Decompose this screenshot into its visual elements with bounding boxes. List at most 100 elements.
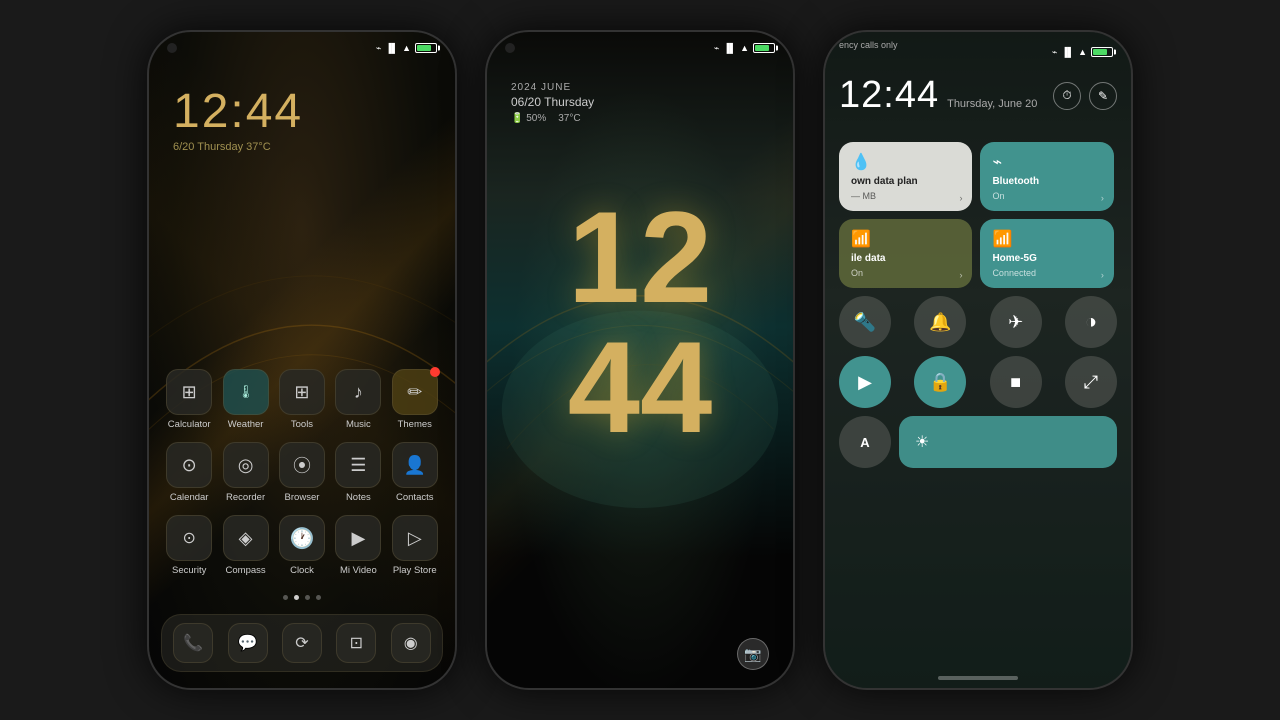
phone2-signal-icon: ▐▌ [723,43,736,53]
phone2-wifi-icon: ▲ [740,43,749,53]
phone2-camera [505,43,515,53]
dock-phone[interactable]: 📞 [166,623,220,663]
ctrl-row-2: 📶 ile data On › 📶 Home-5G Connected › [839,219,1117,288]
dock-appvault-icon: ◉ [391,623,431,663]
ctrl-row-1: 💧 own data plan — MB › ⌁ Bluetooth On › [839,142,1117,211]
app-browser[interactable]: ⦿ Browser [275,442,329,503]
dock-gallery-icon: ⊡ [336,623,376,663]
lockscreen-year-month: 2024 JUNE [511,82,594,93]
bluetooth-arrow: › [1101,193,1104,203]
flashlight-button[interactable]: 🔦 [839,296,891,348]
cc-time: 12:44 [839,74,939,117]
lock-rotation-button[interactable]: 🔒 [914,356,966,408]
calendar-label: Calendar [170,492,209,503]
page-dot-2 [294,595,299,600]
lockscreen-camera-button[interactable]: 📷 [737,638,769,670]
dock-appvault[interactable]: ◉ [384,623,438,663]
app-tools[interactable]: ⊞ Tools [275,369,329,430]
bluetooth-tile[interactable]: ⌁ Bluetooth On › [980,142,1113,211]
phone3-status-icons: ⌁ ▐▌ ▲ [1052,47,1113,58]
page-dot-1 [283,595,288,600]
app-weather[interactable]: 🌡 Weather [219,369,273,430]
fullscreen-button[interactable]: ⤢ [1065,356,1117,408]
status-icons: ⌁ ▐▌ ▲ [376,43,437,54]
bluetooth-sub: On [992,191,1101,201]
mobile-data2-arrow: › [959,270,962,280]
wifi-label: Home-5G [992,253,1101,264]
app-security[interactable]: ⊙ Security [162,515,216,576]
brightness-row: A ☀ [839,416,1117,468]
app-clock[interactable]: 🕐 Clock [275,515,329,576]
phone3-control-center: ency calls only ⌁ ▐▌ ▲ 12:44 Thursday, J… [823,30,1133,690]
notes-label: Notes [346,492,371,503]
phone3-status-bar: ⌁ ▐▌ ▲ [825,36,1131,68]
dock-messages[interactable]: 💬 [221,623,275,663]
contacts-icon: 👤 [392,442,438,488]
mobile-data2-label: ile data [851,253,960,264]
control-center-time-row: 12:44 Thursday, June 20 ⏱ ✎ [839,74,1117,117]
home-bar-indicator [938,676,1018,680]
app-mi-video[interactable]: ▶ Mi Video [331,515,385,576]
phone2-lockscreen: ⌁ ▐▌ ▲ 2024 JUNE 06/20 Thursday 🔋 50% 37… [485,30,795,690]
font-button[interactable]: A [839,416,891,468]
cc-date: Thursday, June 20 [947,98,1037,110]
dock-messages-icon: 💬 [228,623,268,663]
app-notes[interactable]: ☰ Notes [331,442,385,503]
clock-label: Clock [290,565,314,576]
video-button[interactable]: ■ [990,356,1042,408]
signal-icon: ▐▌ [385,43,398,53]
location-button[interactable]: ▶ [839,356,891,408]
temp-text: 37°C [558,113,580,124]
dock-phone-icon: 📞 [173,623,213,663]
signal-bars-icon: 📶 [851,229,960,249]
lockscreen-clock: 12 44 [487,192,793,452]
browser-icon: ⦿ [279,442,325,488]
app-calendar[interactable]: ⊙ Calendar [162,442,216,503]
app-compass[interactable]: ◈ Compass [219,515,273,576]
calculator-icon: ⊞ [166,369,212,415]
wifi-sub: Connected [992,268,1101,278]
wifi-tile[interactable]: 📶 Home-5G Connected › [980,219,1113,288]
mi-video-label: Mi Video [340,565,377,576]
mobile-data-arrow: › [959,193,962,203]
page-indicators [149,595,455,600]
airplane-button[interactable]: ✈ [990,296,1042,348]
app-row-3: ⊙ Security ◈ Compass 🕐 Clock ▶ Mi Video … [161,515,443,576]
app-contacts[interactable]: 👤 Contacts [388,442,442,503]
brightness-icon: ☀ [915,432,929,452]
app-themes[interactable]: ✏ Themes [388,369,442,430]
dock-updater[interactable]: ⟳ [275,623,329,663]
recorder-icon: ◎ [223,442,269,488]
brightness-slider[interactable]: ☀ [899,416,1117,468]
wifi-waves-icon: 📶 [992,229,1101,249]
control-tiles-grid: 💧 own data plan — MB › ⌁ Bluetooth On › … [839,142,1117,468]
contacts-label: Contacts [396,492,434,503]
play-store-label: Play Store [393,565,437,576]
weather-icon: 🌡 [223,369,269,415]
lockscreen-date: 06/20 Thursday [511,95,594,109]
bluetooth-label: Bluetooth [992,176,1101,187]
weather-label: Weather [228,419,264,430]
play-store-icon: ▷ [392,515,438,561]
app-recorder[interactable]: ◎ Recorder [219,442,273,503]
cc-edit-icon[interactable]: ✎ [1089,82,1117,110]
invert-button[interactable]: ◑ [1065,296,1117,348]
music-label: Music [346,419,371,430]
mobile-data2-tile[interactable]: 📶 ile data On › [839,219,972,288]
themes-icon: ✏ [392,369,438,415]
notification-button[interactable]: 🔔 [914,296,966,348]
app-music[interactable]: ♪ Music [331,369,385,430]
dock-gallery[interactable]: ⊡ [329,623,383,663]
cc-time-date: 12:44 Thursday, June 20 [839,74,1037,117]
cc-top-buttons: ⏱ ✎ [1053,82,1117,110]
app-play-store[interactable]: ▷ Play Store [388,515,442,576]
mobile-data-tile[interactable]: 💧 own data plan — MB › [839,142,972,211]
calendar-icon: ⊙ [166,442,212,488]
tools-label: Tools [291,419,313,430]
cc-timer-icon[interactable]: ⏱ [1053,82,1081,110]
phone2-bluetooth-icon: ⌁ [714,43,719,54]
page-dot-3 [305,595,310,600]
app-calculator[interactable]: ⊞ Calculator [162,369,216,430]
home-date: 6/20 Thursday 37°C [173,141,455,153]
notes-icon: ☰ [335,442,381,488]
